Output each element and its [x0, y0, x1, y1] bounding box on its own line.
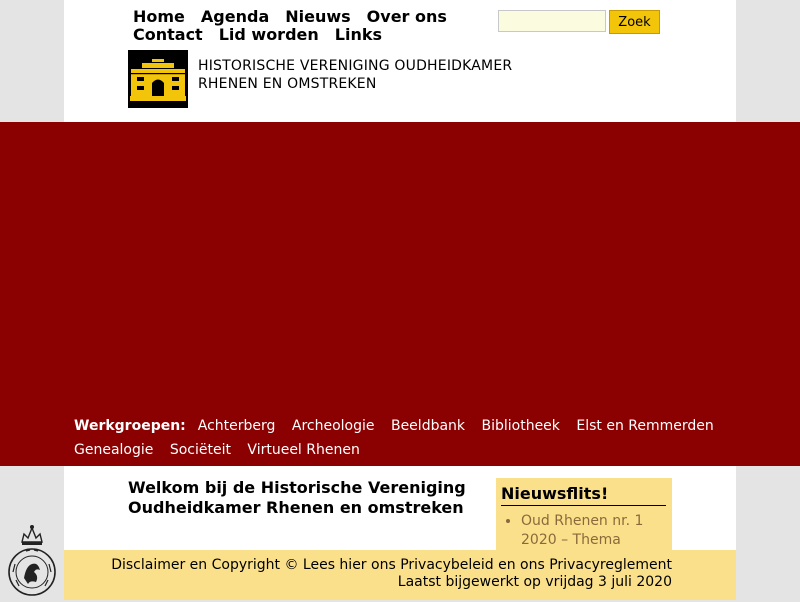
werkgroep-archeologie[interactable]: Archeologie	[292, 418, 375, 434]
search-input[interactable]	[498, 10, 606, 32]
werkgroep-bibliotheek[interactable]: Bibliotheek	[481, 418, 559, 434]
search-button[interactable]: Zoek	[609, 10, 660, 34]
werkgroep-societeit[interactable]: Sociëteit	[170, 442, 231, 458]
building-gate-icon[interactable]	[128, 50, 188, 108]
news-title: Nieuwsflits!	[501, 484, 666, 506]
last-updated: Laatst bijgewerkt op vrijdag 3 juli 2020	[397, 574, 672, 590]
nav-links[interactable]: Links	[335, 26, 382, 44]
werkgroep-beeldbank[interactable]: Beeldbank	[391, 418, 465, 434]
nav-lid-worden[interactable]: Lid worden	[219, 26, 319, 44]
news-box: Nieuwsflits! Oud Rhenen nr. 1 2020 – The…	[496, 478, 672, 550]
werkgroep-genealogie[interactable]: Genealogie	[74, 442, 153, 458]
werkgroepen-bar: Werkgroepen: Achterberg Archeologie Beeld…	[74, 414, 754, 462]
news-list: Oud Rhenen nr. 1 2020 – Thema	[496, 512, 672, 550]
nav-contact[interactable]: Contact	[133, 26, 203, 44]
nav-agenda[interactable]: Agenda	[201, 8, 269, 26]
organization-name-line1: HISTORISCHE VERENIGING OUDHEIDKAMER	[198, 58, 513, 74]
main-nav: Home Agenda Nieuws Over ons Contact Lid …	[133, 8, 473, 44]
werkgroep-elst-en-remmerden[interactable]: Elst en Remmerden	[576, 418, 713, 434]
welcome-heading: Welkom bij de Historische Vereniging Oud…	[128, 478, 466, 517]
werkgroepen-label: Werkgroepen:	[74, 418, 186, 434]
nav-nieuws[interactable]: Nieuws	[285, 8, 350, 26]
werkgroep-virtueel-rhenen[interactable]: Virtueel Rhenen	[247, 442, 359, 458]
royal-seal-icon	[6, 522, 58, 598]
news-item[interactable]: Oud Rhenen nr. 1 2020 – Thema	[521, 512, 672, 550]
organization-name-line2: RHENEN EN OMSTREKEN	[198, 76, 377, 92]
nav-home[interactable]: Home	[133, 8, 185, 26]
footer-links[interactable]: Disclaimer en Copyright © Lees hier ons …	[111, 557, 672, 573]
organization-name[interactable]: HISTORISCHE VERENIGING OUDHEIDKAMER RHEN…	[198, 57, 558, 93]
nav-over-ons[interactable]: Over ons	[367, 8, 447, 26]
werkgroep-achterberg[interactable]: Achterberg	[198, 418, 276, 434]
footer: Disclaimer en Copyright © Lees hier ons …	[64, 550, 736, 600]
